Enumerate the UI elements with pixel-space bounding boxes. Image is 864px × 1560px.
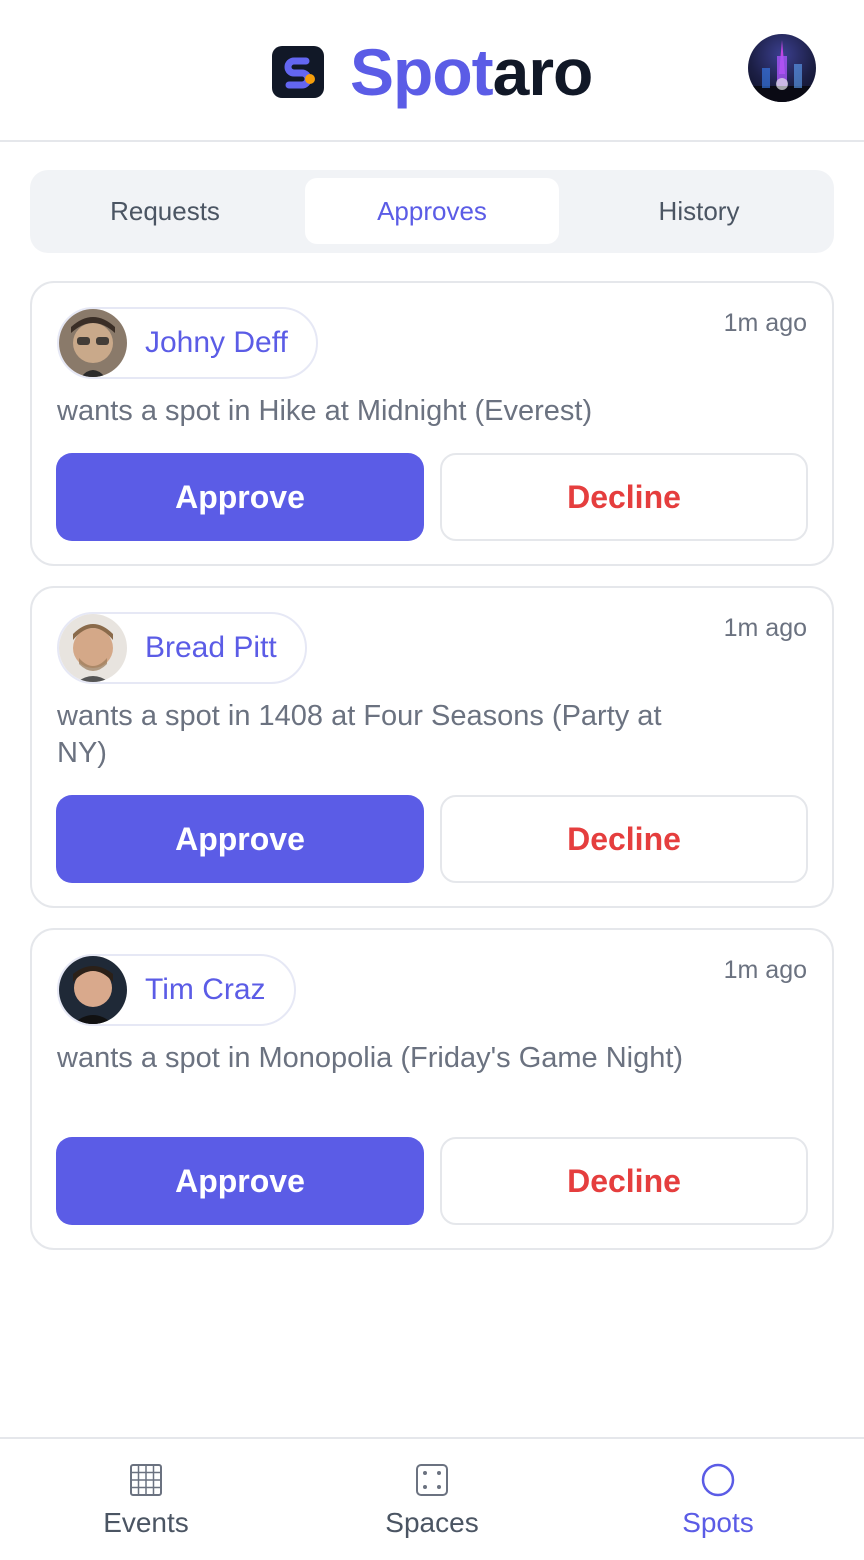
decline-button[interactable]: Decline [440, 795, 808, 883]
user-avatar [59, 614, 127, 682]
dice-icon [416, 1464, 448, 1496]
request-description: wants a spot in 1408 at Four Seasons (Pa… [57, 700, 662, 769]
circle-icon [701, 1463, 735, 1497]
timestamp: 1m ago [723, 614, 807, 642]
tab-bar: Requests Approves History [30, 170, 834, 253]
tab-approves[interactable]: Approves [305, 178, 559, 244]
decline-button[interactable]: Decline [440, 453, 808, 541]
brand-name: Spotaro [350, 34, 594, 110]
decline-button[interactable]: Decline [440, 1137, 808, 1225]
timestamp: 1m ago [723, 309, 807, 337]
grid-icon [130, 1464, 162, 1496]
tab-history[interactable]: History [572, 178, 826, 244]
request-card: Johny Deff 1m ago wants a spot in Hike a… [30, 281, 834, 566]
request-card: Tim Craz 1m ago wants a spot in Monopoli… [30, 928, 834, 1250]
nav-label: Events [103, 1507, 189, 1538]
brand-name-part1: Spot [350, 35, 494, 109]
user-avatar [59, 956, 127, 1024]
approve-button[interactable]: Approve [56, 795, 424, 883]
request-card: Bread Pitt 1m ago wants a spot in 1408 a… [30, 586, 834, 908]
brand-name-part2: aro [492, 35, 594, 109]
logo-icon [272, 46, 324, 98]
request-description: wants a spot in Hike at Midnight (Everes… [57, 395, 593, 427]
nav-spots[interactable]: Spots [574, 1439, 862, 1560]
user-chip[interactable]: Johny Deff [57, 307, 318, 379]
timestamp: 1m ago [723, 956, 807, 984]
user-chip[interactable]: Tim Craz [57, 954, 296, 1026]
nav-label: Spaces [385, 1507, 479, 1538]
profile-avatar[interactable] [748, 34, 816, 102]
request-description: wants a spot in Monopolia (Friday's Game… [57, 1042, 684, 1074]
user-chip[interactable]: Bread Pitt [57, 612, 307, 684]
approve-button[interactable]: Approve [56, 453, 424, 541]
nav-label: Spots [682, 1507, 754, 1538]
tab-requests[interactable]: Requests [38, 178, 292, 244]
user-avatar [59, 309, 127, 377]
approve-button[interactable]: Approve [56, 1137, 424, 1225]
bottom-nav: Events Spaces Spots [0, 1437, 864, 1560]
user-name: Bread Pitt [145, 631, 277, 664]
user-name: Johny Deff [145, 326, 288, 359]
nav-events[interactable]: Events [2, 1439, 290, 1560]
user-name: Tim Craz [145, 973, 266, 1006]
nav-spaces[interactable]: Spaces [288, 1439, 576, 1560]
app-root: Spotaro Requests Approves History Johny … [0, 0, 864, 1560]
brand-logo[interactable]: Spotaro [272, 34, 594, 110]
header: Spotaro [0, 0, 864, 142]
